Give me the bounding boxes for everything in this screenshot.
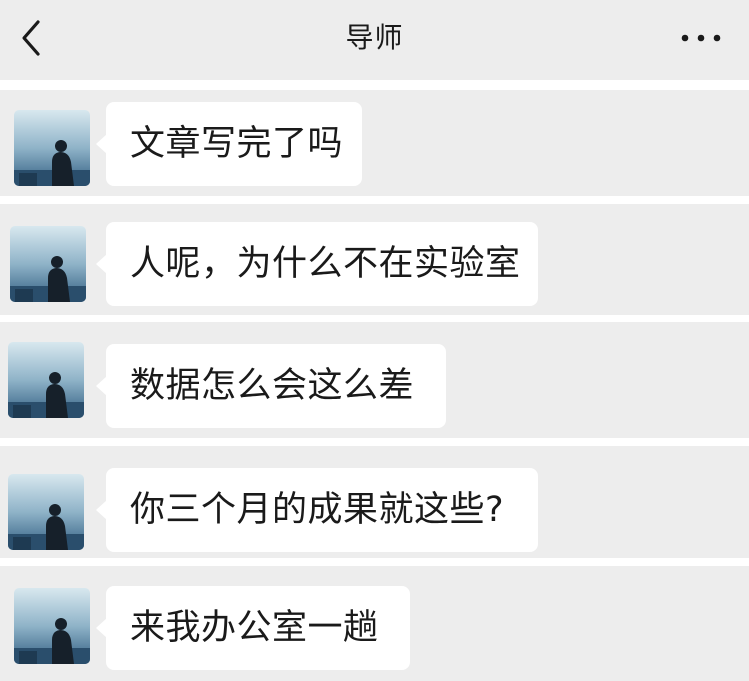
chat-message-row: 数据怎么会这么差 xyxy=(0,322,749,438)
avatar[interactable] xyxy=(14,588,90,664)
more-options-button[interactable] xyxy=(677,26,725,50)
chat-message-row: 来我办公室一趟 xyxy=(0,566,749,681)
chat-message-row: 文章写完了吗 xyxy=(0,90,749,196)
message-bubble: 文章写完了吗 xyxy=(96,102,362,186)
message-bubble: 来我办公室一趟 xyxy=(96,586,410,670)
avatar[interactable] xyxy=(8,474,84,550)
message-bubble: 数据怎么会这么差 xyxy=(96,344,446,428)
silhouette-avatar-image xyxy=(10,226,86,302)
chat-title: 导师 xyxy=(345,21,404,54)
message-text: 数据怎么会这么差 xyxy=(130,366,415,406)
chevron-left-icon xyxy=(22,20,40,56)
message-bubble: 人呢，为什么不在实验室 xyxy=(96,222,538,306)
chat-message-row: 人呢，为什么不在实验室 xyxy=(0,204,749,315)
message-text: 来我办公室一趟 xyxy=(130,608,379,648)
silhouette-avatar-image xyxy=(8,474,84,550)
avatar[interactable] xyxy=(10,226,86,302)
message-text: 你三个月的成果就这些? xyxy=(130,490,505,530)
chat-message-row: 你三个月的成果就这些? xyxy=(0,446,749,558)
avatar[interactable] xyxy=(8,342,84,418)
message-text: 人呢，为什么不在实验室 xyxy=(130,244,521,284)
silhouette-avatar-image xyxy=(14,588,90,664)
ellipsis-icon xyxy=(681,34,721,42)
silhouette-avatar-image xyxy=(8,342,84,418)
back-button[interactable] xyxy=(12,18,52,58)
avatar[interactable] xyxy=(14,110,90,186)
chat-header: 导师 xyxy=(0,0,749,80)
silhouette-avatar-image xyxy=(14,110,90,186)
message-bubble: 你三个月的成果就这些? xyxy=(96,468,538,552)
message-text: 文章写完了吗 xyxy=(130,124,344,164)
